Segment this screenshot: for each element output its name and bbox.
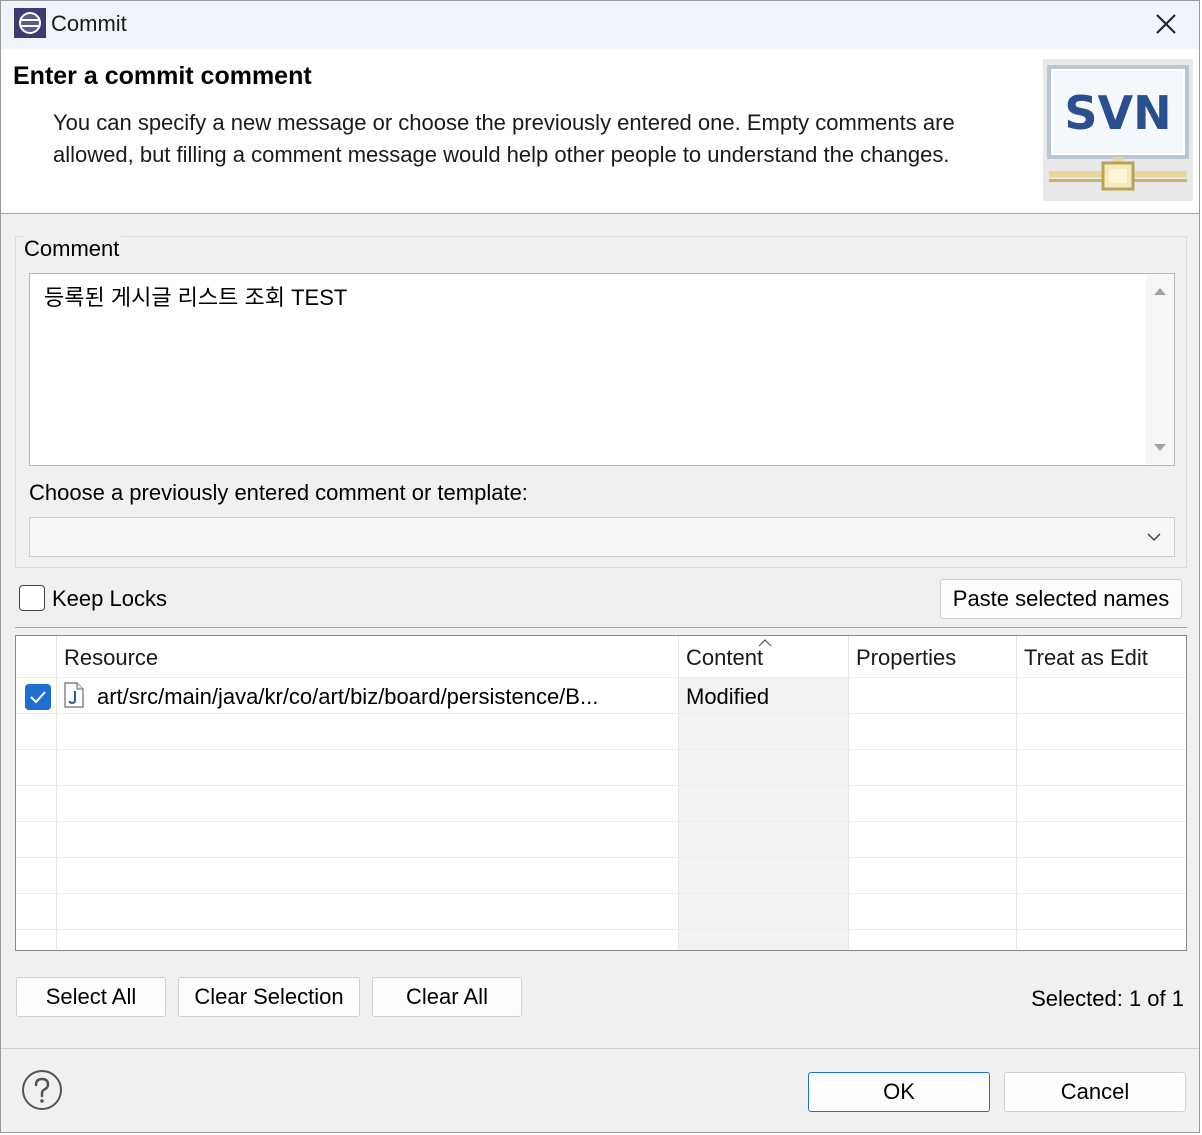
column-divider xyxy=(848,636,849,950)
footer-divider xyxy=(1,1048,1199,1049)
divider xyxy=(15,627,1187,628)
banner-title: Enter a commit comment xyxy=(13,62,312,90)
column-divider xyxy=(56,636,57,950)
row-divider xyxy=(16,713,1186,714)
scroll-up-icon[interactable] xyxy=(1154,288,1166,295)
paste-selected-names-button[interactable]: Paste selected names xyxy=(940,579,1182,619)
column-divider xyxy=(678,636,679,950)
choose-template-label: Choose a previously entered comment or t… xyxy=(29,480,528,505)
comment-group: Comment 등록된 게시글 리스트 조회 TEST Choose a pre… xyxy=(15,236,1187,568)
svn-logo-text: SVN xyxy=(1064,86,1171,140)
cancel-button[interactable]: Cancel xyxy=(1004,1072,1186,1112)
java-file-icon xyxy=(64,682,84,708)
template-combo[interactable] xyxy=(29,517,1175,557)
row-divider xyxy=(16,857,1186,858)
comment-textarea[interactable]: 등록된 게시글 리스트 조회 TEST xyxy=(29,273,1175,466)
banner-description: You can specify a new message or choose … xyxy=(53,110,955,167)
commit-dialog: Commit Enter a commit comment You can sp… xyxy=(0,0,1200,1133)
comment-text: 등록된 게시글 리스트 조회 TEST xyxy=(44,285,348,310)
resources-table: Resource Content Properties Treat as Edi… xyxy=(15,635,1187,951)
row-divider xyxy=(16,677,1186,678)
keep-locks-checkbox[interactable] xyxy=(19,585,45,611)
row-divider xyxy=(16,929,1186,930)
clear-all-button[interactable]: Clear All xyxy=(372,977,522,1017)
sorted-column-shade xyxy=(679,678,849,950)
row-divider xyxy=(16,893,1186,894)
window-title: Commit xyxy=(51,11,127,36)
ok-button[interactable]: OK xyxy=(808,1072,990,1112)
column-header-resource[interactable]: Resource xyxy=(64,645,158,671)
keep-locks-label: Keep Locks xyxy=(52,586,167,611)
column-header-properties[interactable]: Properties xyxy=(856,645,956,671)
resource-path: art/src/main/java/kr/co/art/biz/board/pe… xyxy=(97,684,599,709)
select-all-button[interactable]: Select All xyxy=(16,977,166,1017)
comment-scrollbar[interactable] xyxy=(1146,274,1174,465)
help-icon[interactable] xyxy=(21,1069,63,1111)
svn-logo-icon: SVN xyxy=(1043,59,1193,201)
resource-content-status: Modified xyxy=(686,684,770,709)
row-divider xyxy=(16,821,1186,822)
column-header-treat-as-edit[interactable]: Treat as Edit xyxy=(1024,645,1148,671)
row-divider xyxy=(16,749,1186,750)
row-divider xyxy=(16,785,1186,786)
scroll-down-icon[interactable] xyxy=(1154,444,1166,451)
header-banner: Enter a commit comment You can specify a… xyxy=(1,49,1199,214)
clear-selection-button[interactable]: Clear Selection xyxy=(178,977,360,1017)
row-checkbox-checked[interactable] xyxy=(25,684,51,710)
column-header-content[interactable]: Content xyxy=(686,645,763,671)
column-divider xyxy=(1016,636,1017,950)
selected-count-status: Selected: 1 of 1 xyxy=(1031,986,1184,1011)
eclipse-icon xyxy=(14,8,46,38)
title-bar: Commit xyxy=(1,1,1199,49)
close-icon[interactable] xyxy=(1151,9,1181,39)
chevron-down-icon[interactable] xyxy=(1146,529,1162,545)
comment-group-label: Comment xyxy=(24,236,122,262)
